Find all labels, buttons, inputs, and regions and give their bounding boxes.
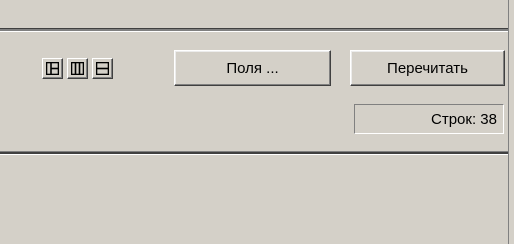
layout-rows-button[interactable] [92, 58, 113, 79]
window-edge [508, 0, 514, 244]
fields-button[interactable]: Поля ... [174, 50, 331, 86]
layout-columns-button[interactable] [67, 58, 88, 79]
separator-line [0, 31, 514, 32]
refresh-button[interactable]: Перечитать [350, 50, 505, 86]
refresh-button-label: Перечитать [387, 59, 468, 77]
layout-columns-icon [71, 62, 84, 75]
lower-panel [0, 155, 508, 244]
top-strip [0, 0, 514, 28]
layout-left-panel-button[interactable] [42, 58, 63, 79]
row-count-text: Строк: 38 [431, 110, 497, 128]
fields-button-label: Поля ... [226, 59, 279, 77]
row-count-status: Строк: 38 [354, 104, 504, 134]
layout-rows-icon [96, 62, 109, 75]
layout-left-panel-icon [46, 62, 59, 75]
